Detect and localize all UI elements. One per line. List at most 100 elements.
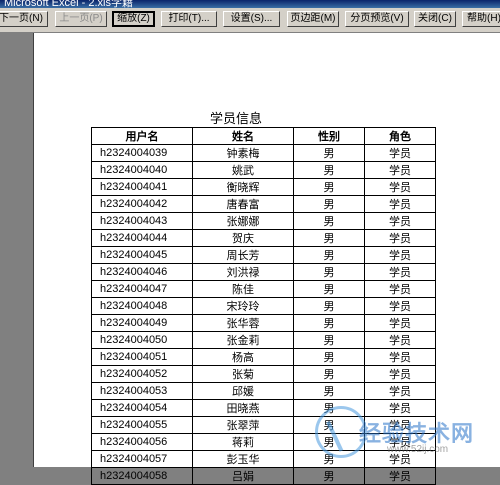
cell-name: 张金莉 [192, 331, 294, 349]
next-page-button[interactable]: 下一页(N) [0, 11, 48, 27]
cell-gender: 男 [293, 212, 365, 230]
cell-role: 学员 [364, 263, 436, 281]
cell-role: 学员 [364, 365, 436, 383]
cell-gender: 男 [293, 195, 365, 213]
cell-gender: 男 [293, 314, 365, 332]
cell-name: 张菊 [192, 365, 294, 383]
close-button[interactable]: 关闭(C) [414, 11, 456, 27]
table-row: h2324004041 衡晓辉男学员 [91, 178, 436, 196]
header-username: 用户名 [91, 127, 193, 145]
table-row: h2324004048 宋玲玲男学员 [91, 297, 436, 315]
table-row: h2324004039 钟素梅男学员 [91, 144, 436, 162]
table-row: h2324004040 姚武男学员 [91, 161, 436, 179]
cell-name: 蒋莉 [192, 433, 294, 451]
table-row: h2324004045 周长芳男学员 [91, 246, 436, 264]
cell-gender: 男 [293, 467, 365, 485]
previous-page-button[interactable]: 上一页(P) [55, 11, 107, 27]
cell-role: 学员 [364, 161, 436, 179]
cell-username: h2324004043 [91, 212, 193, 230]
table-row: h2324004051 杨高男学员 [91, 348, 436, 366]
cell-gender: 男 [293, 280, 365, 298]
cell-username: h2324004053 [91, 382, 193, 400]
cell-username: h2324004039 [91, 144, 193, 162]
cell-gender: 男 [293, 348, 365, 366]
cell-gender: 男 [293, 178, 365, 196]
help-button[interactable]: 帮助(H) [462, 11, 500, 27]
table-row: h2324004042 唐春富男学员 [91, 195, 436, 213]
table-row: h2324004049 张华蓉男学员 [91, 314, 436, 332]
cell-gender: 男 [293, 229, 365, 247]
sheet-title: 学员信息 [210, 111, 263, 126]
cell-name: 邱媛 [192, 382, 294, 400]
cell-username: h2324004047 [91, 280, 193, 298]
header-gender: 性别 [293, 127, 365, 145]
window-titlebar: Microsoft Excel - 2.xls学籍 [0, 0, 500, 8]
table-row: h2324004043 张娜娜男学员 [91, 212, 436, 230]
cell-role: 学员 [364, 229, 436, 247]
cell-gender: 男 [293, 297, 365, 315]
cell-username: h2324004045 [91, 246, 193, 264]
table-row: h2324004047 陈佳男学员 [91, 280, 436, 298]
table-header-row: 用户名 姓名 性别 角色 [91, 127, 436, 145]
cell-name: 衡晓辉 [192, 178, 294, 196]
cell-username: h2324004048 [91, 297, 193, 315]
zoom-button[interactable]: 缩放(Z) [112, 11, 155, 27]
print-button[interactable]: 打印(T)... [161, 11, 217, 27]
cell-gender: 男 [293, 263, 365, 281]
cell-name: 宋玲玲 [192, 297, 294, 315]
cell-username: h2324004055 [91, 416, 193, 434]
cell-gender: 男 [293, 246, 365, 264]
cell-name: 刘洪禄 [192, 263, 294, 281]
cell-name: 田晓燕 [192, 399, 294, 417]
cell-username: h2324004046 [91, 263, 193, 281]
table-row: h2324004058 吕娟男学员 [91, 467, 436, 485]
cell-username: h2324004041 [91, 178, 193, 196]
cell-name: 姚武 [192, 161, 294, 179]
site-watermark: 经验技术网 www.52ij.com [315, 402, 500, 467]
cell-role: 学员 [364, 348, 436, 366]
cell-gender: 男 [293, 382, 365, 400]
cell-username: h2324004040 [91, 161, 193, 179]
cell-name: 钟素梅 [192, 144, 294, 162]
cell-role: 学员 [364, 382, 436, 400]
cell-name: 张华蓉 [192, 314, 294, 332]
cell-gender: 男 [293, 161, 365, 179]
cell-role: 学员 [364, 212, 436, 230]
print-preview-toolbar: 下一页(N) 上一页(P) 缩放(Z) 打印(T)... 设置(S)... 页边… [0, 8, 500, 33]
cell-role: 学员 [364, 314, 436, 332]
cell-name: 吕娟 [192, 467, 294, 485]
table-row: h2324004046 刘洪禄男学员 [91, 263, 436, 281]
setup-button[interactable]: 设置(S)... [223, 11, 280, 27]
cell-username: h2324004051 [91, 348, 193, 366]
cell-name: 彭玉华 [192, 450, 294, 468]
page-break-preview-button[interactable]: 分页预览(V) [345, 11, 409, 27]
cell-gender: 男 [293, 365, 365, 383]
cell-role: 学员 [364, 297, 436, 315]
cell-username: h2324004042 [91, 195, 193, 213]
cell-gender: 男 [293, 331, 365, 349]
cell-name: 张娜娜 [192, 212, 294, 230]
cell-username: h2324004058 [91, 467, 193, 485]
cell-username: h2324004056 [91, 433, 193, 451]
cell-username: h2324004050 [91, 331, 193, 349]
cell-name: 张翠萍 [192, 416, 294, 434]
cell-role: 学员 [364, 195, 436, 213]
cell-role: 学员 [364, 280, 436, 298]
table-row: h2324004053 邱媛男学员 [91, 382, 436, 400]
cell-username: h2324004044 [91, 229, 193, 247]
cell-role: 学员 [364, 246, 436, 264]
table-row: h2324004044 贺庆男学员 [91, 229, 436, 247]
cell-username: h2324004049 [91, 314, 193, 332]
cell-username: h2324004052 [91, 365, 193, 383]
margins-button[interactable]: 页边距(M) [287, 11, 339, 27]
table-row: h2324004052 张菊男学员 [91, 365, 436, 383]
header-name: 姓名 [192, 127, 294, 145]
cell-name: 唐春富 [192, 195, 294, 213]
cell-name: 周长芳 [192, 246, 294, 264]
cell-role: 学员 [364, 178, 436, 196]
cell-name: 杨高 [192, 348, 294, 366]
cell-name: 陈佳 [192, 280, 294, 298]
watermark-url: www.52ij.com [387, 444, 449, 455]
preview-background [0, 33, 33, 467]
cell-name: 贺庆 [192, 229, 294, 247]
